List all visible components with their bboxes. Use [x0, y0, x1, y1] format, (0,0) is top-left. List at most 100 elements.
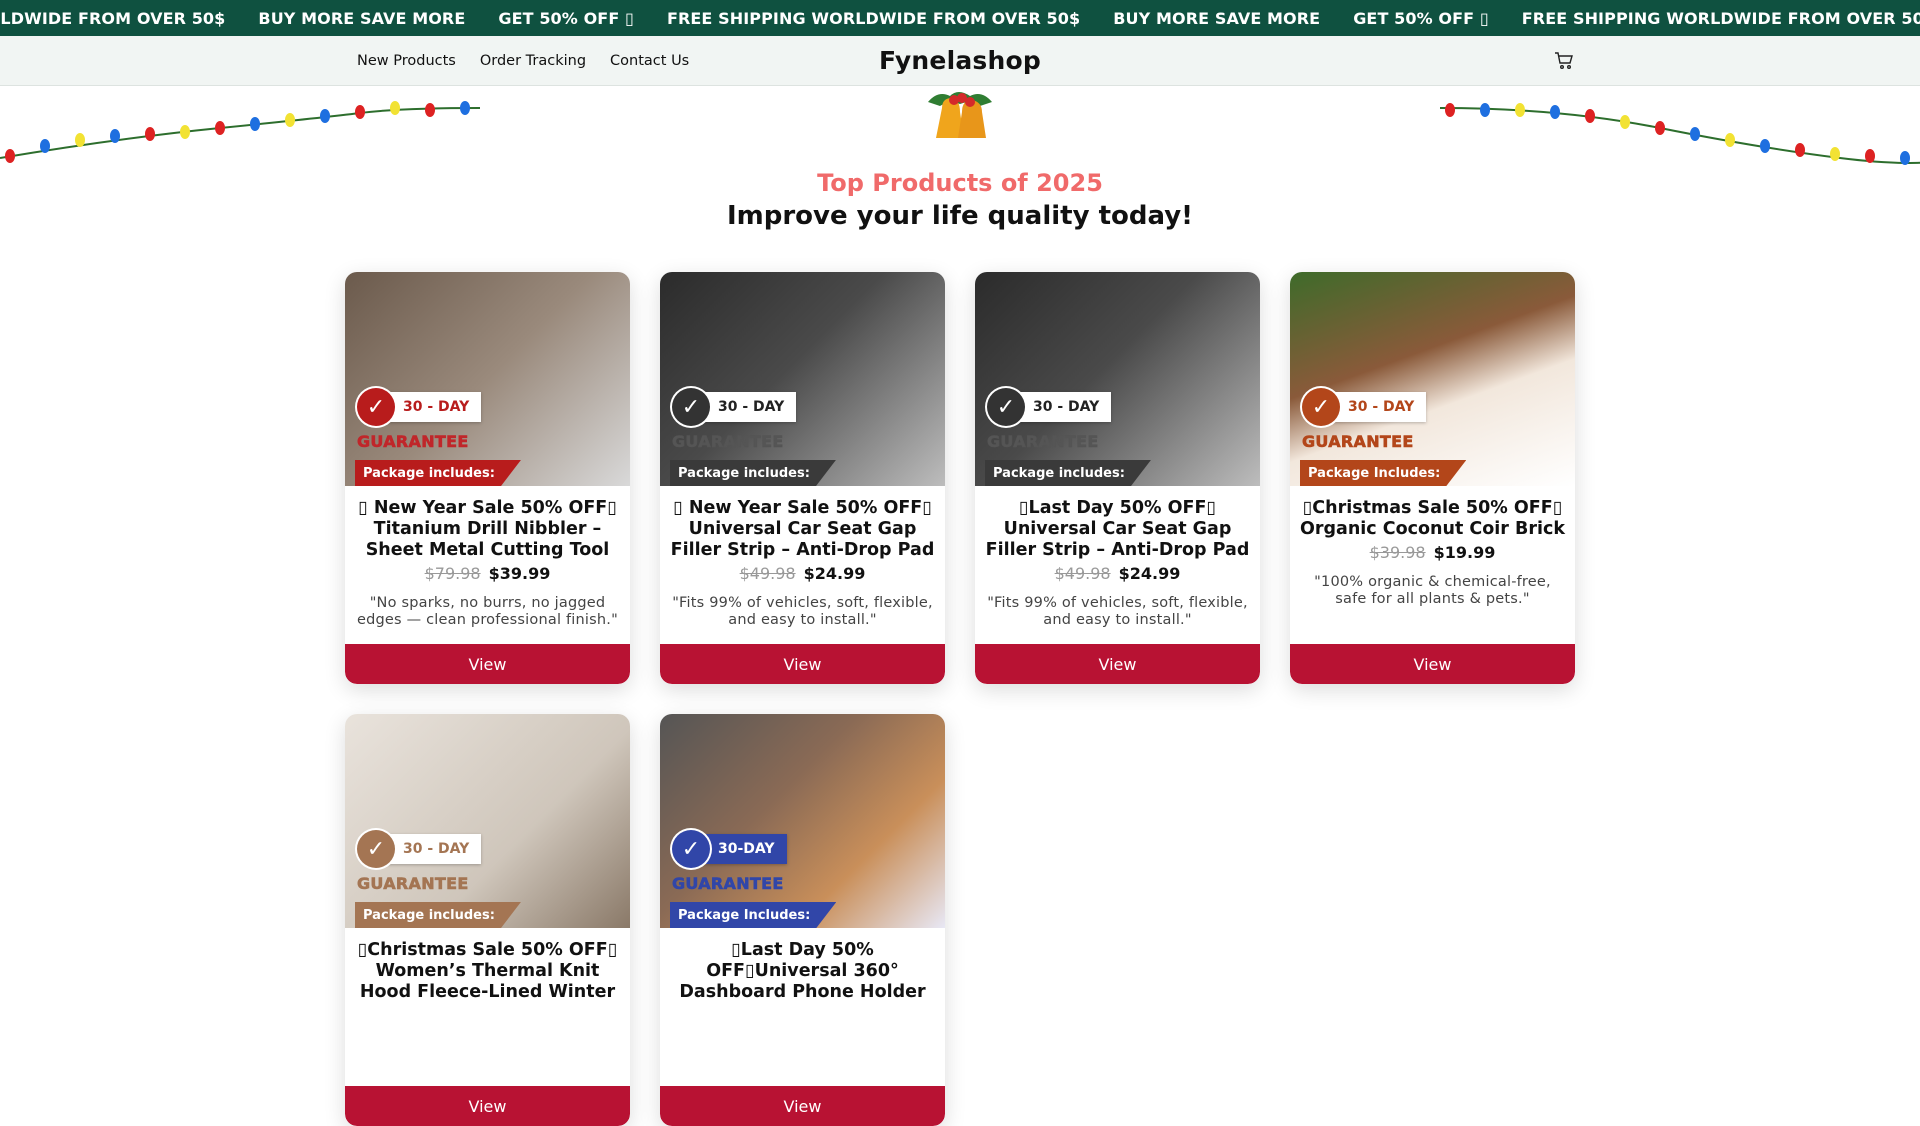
product-title[interactable]: ▯Christmas Sale 50% OFF▯ Organic Coconut…: [1290, 486, 1575, 541]
product-quote: [345, 1025, 630, 1037]
brand-logo[interactable]: Fynelashop: [0, 46, 1920, 75]
light-bulb: [40, 139, 50, 153]
light-bulb: [145, 127, 155, 141]
product-image[interactable]: ✓ 30 - DAY GUARANTEE Package includes:: [345, 272, 630, 486]
product-quote: [660, 1025, 945, 1037]
check-icon: ✓: [672, 830, 710, 868]
original-price: $79.98: [424, 564, 481, 583]
package-includes-label: Package includes:: [985, 460, 1151, 486]
light-bulb: [1725, 133, 1735, 147]
light-bulb: [320, 109, 330, 123]
marquee-item: GET 50% OFF ▯: [1353, 8, 1489, 28]
light-bulb: [425, 103, 435, 117]
product-price: $39.98 $19.99: [1290, 543, 1575, 562]
product-title[interactable]: ▯Last Day 50% OFF▯ Universal Car Seat Ga…: [975, 486, 1260, 562]
light-bulb: [110, 129, 120, 143]
product-card[interactable]: ✓ 30 - DAY GUARANTEE Package includes: ▯…: [345, 714, 630, 1126]
guarantee-badge: ✓ 30 - DAY: [357, 388, 482, 426]
product-price: [660, 1006, 945, 1025]
guarantee-badge: ✓ 30 - DAY: [357, 830, 482, 868]
light-bulb: [1515, 103, 1525, 117]
marquee-item: BUY MORE SAVE MORE: [1113, 8, 1321, 28]
light-bulb: [250, 117, 260, 131]
guarantee-label: GUARANTEE: [1302, 432, 1414, 452]
guarantee-badge: ✓ 30 - DAY: [672, 388, 797, 426]
light-bulb: [1690, 127, 1700, 141]
light-bulb: [390, 101, 400, 115]
light-bulb: [1830, 147, 1840, 161]
holiday-lights-left: [0, 101, 481, 163]
light-bulb: [285, 113, 295, 127]
product-image[interactable]: ✓ 30 - DAY GUARANTEE Package includes:: [345, 714, 630, 928]
product-price: $79.98 $39.99: [345, 564, 630, 583]
sale-price: $39.99: [488, 564, 551, 583]
check-icon: ✓: [1302, 388, 1340, 426]
product-image[interactable]: ✓ 30 - DAY GUARANTEE Package Includes:: [1290, 272, 1575, 486]
product-title[interactable]: ▯ New Year Sale 50% OFF▯ Titanium Drill …: [345, 486, 630, 562]
package-includes-label: Package Includes:: [670, 902, 837, 928]
light-bulb: [460, 101, 470, 115]
view-button[interactable]: View: [345, 1086, 630, 1126]
light-bulb: [215, 121, 225, 135]
check-icon: ✓: [357, 388, 395, 426]
view-button[interactable]: View: [1290, 644, 1575, 684]
product-card[interactable]: ✓ 30 - DAY GUARANTEE Package includes: ▯…: [345, 272, 630, 684]
product-title[interactable]: ▯ New Year Sale 50% OFF▯ Universal Car S…: [660, 486, 945, 562]
guarantee-label: GUARANTEE: [357, 432, 469, 452]
product-card[interactable]: ✓ 30 - DAY GUARANTEE Package Includes: ▯…: [1290, 272, 1575, 684]
light-bulb: [1760, 139, 1770, 153]
guarantee-label: GUARANTEE: [357, 874, 469, 894]
package-includes-label: Package includes:: [670, 460, 836, 486]
light-bulb: [1550, 105, 1560, 119]
sale-price: $24.99: [803, 564, 866, 583]
view-button[interactable]: View: [975, 644, 1260, 684]
product-card[interactable]: ✓ 30 - DAY GUARANTEE Package includes: ▯…: [975, 272, 1260, 684]
marquee-item: FREE SHIPPING WORLDWIDE FROM OVER 50$: [666, 8, 1081, 28]
sale-price: $19.99: [1433, 543, 1496, 562]
product-price: $49.98 $24.99: [660, 564, 945, 583]
light-bulb: [1620, 115, 1630, 129]
marquee-item: GET 50% OFF ▯: [498, 8, 634, 28]
product-price: [345, 1006, 630, 1025]
marquee-item: RLDWIDE FROM OVER 50$: [0, 8, 226, 28]
light-bulb: [1900, 151, 1910, 165]
product-image[interactable]: ✓ 30 - DAY GUARANTEE Package includes:: [975, 272, 1260, 486]
light-bulb: [1655, 121, 1665, 135]
product-price: $49.98 $24.99: [975, 564, 1260, 583]
marquee-item: BUY MORE SAVE MORE: [258, 8, 466, 28]
holiday-lights-right: [1440, 103, 1920, 165]
product-image[interactable]: ✓ 30 - DAY GUARANTEE Package includes:: [660, 272, 945, 486]
view-button[interactable]: View: [660, 1086, 945, 1126]
product-card[interactable]: ✓ 30 - DAY GUARANTEE Package includes: ▯…: [660, 272, 945, 684]
product-image[interactable]: ✓ 30-DAY GUARANTEE Package Includes:: [660, 714, 945, 928]
marquee-item: FREE SHIPPING WORLDWIDE FROM OVER 50$: [1521, 8, 1920, 28]
package-includes-label: Package Includes:: [1300, 460, 1467, 486]
cart-icon[interactable]: [1554, 51, 1574, 71]
package-includes-label: Package includes:: [355, 460, 521, 486]
guarantee-badge: ✓ 30 - DAY: [987, 388, 1112, 426]
guarantee-label: GUARANTEE: [672, 874, 784, 894]
product-quote: "No sparks, no burrs, no jagged edges — …: [357, 595, 618, 628]
original-price: $49.98: [739, 564, 796, 583]
check-icon: ✓: [987, 388, 1025, 426]
headline-tagline: Improve your life quality today!: [726, 201, 1194, 231]
light-bulb: [1585, 109, 1595, 123]
section-headline: Top Products of 2025 Improve your life q…: [0, 166, 1920, 232]
site-header: New Products Order Tracking Contact Us F…: [0, 36, 1920, 86]
sale-price: $24.99: [1118, 564, 1181, 583]
product-card[interactable]: ✓ 30-DAY GUARANTEE Package Includes: ▯La…: [660, 714, 945, 1126]
light-bulb: [5, 149, 15, 163]
package-includes-label: Package includes:: [355, 902, 521, 928]
light-bulb: [1865, 149, 1875, 163]
headline-top-products: Top Products of 2025: [817, 169, 1103, 197]
original-price: $49.98: [1054, 564, 1111, 583]
check-icon: ✓: [672, 388, 710, 426]
light-bulb: [1480, 103, 1490, 117]
view-button[interactable]: View: [660, 644, 945, 684]
original-price: $39.98: [1369, 543, 1426, 562]
view-button[interactable]: View: [345, 644, 630, 684]
product-quote: "100% organic & chemical-free, safe for …: [1314, 574, 1551, 607]
light-bulb: [355, 105, 365, 119]
announcement-marquee: RLDWIDE FROM OVER 50$ BUY MORE SAVE MORE G…: [0, 0, 1920, 36]
light-bulb: [1795, 143, 1805, 157]
